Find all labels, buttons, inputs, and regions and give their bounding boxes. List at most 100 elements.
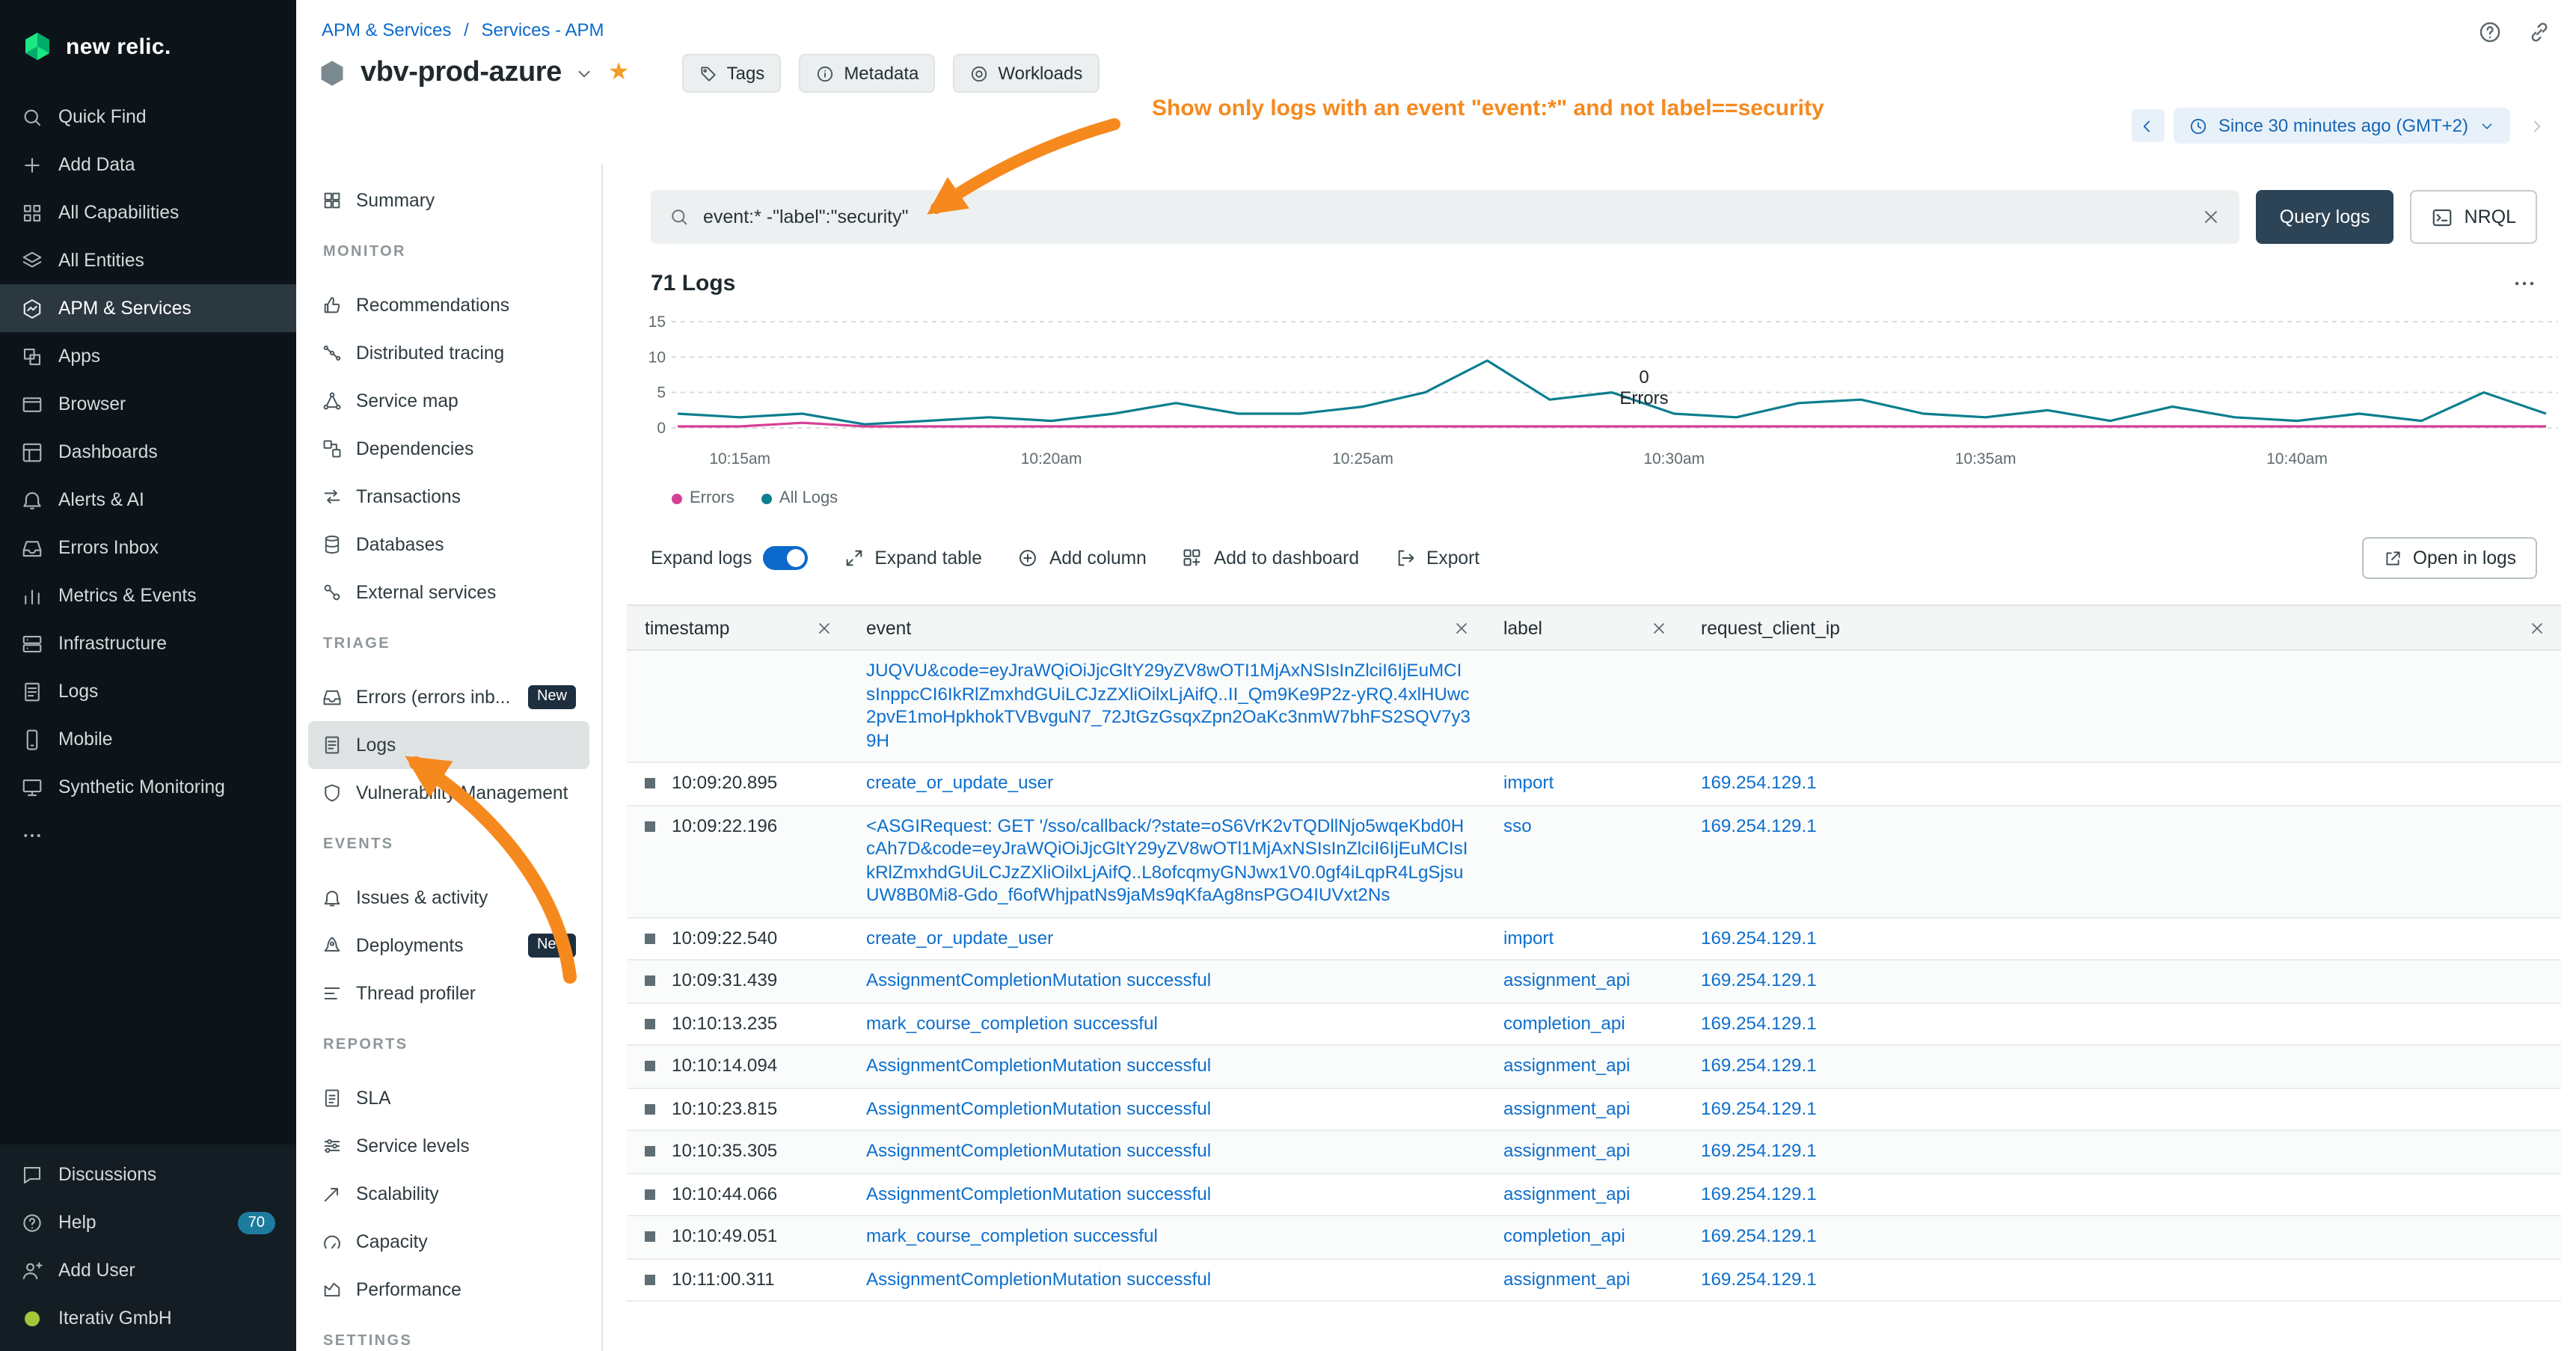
log-row[interactable]: 10:10:23.815AssignmentCompletionMutation… (627, 1088, 2561, 1131)
sidebar-item-help[interactable]: Help70 (0, 1198, 296, 1246)
add-column-button[interactable]: Add column (1018, 548, 1147, 569)
query-logs-button[interactable]: Query logs (2256, 190, 2394, 244)
log-row[interactable]: 10:10:49.051mark_course_completion succe… (627, 1216, 2561, 1259)
event-link[interactable]: AssignmentCompletionMutation successful (866, 1055, 1211, 1076)
time-forward-button[interactable] (2519, 109, 2552, 142)
sidebar-item-iterativ-gmbh[interactable]: Iterativ GmbH (0, 1294, 296, 1342)
event-link[interactable]: JUQVU&code=eyJraWQiOiJjcGltY29yZV8wOTI1M… (866, 660, 1471, 750)
open-in-logs-button[interactable]: Open in logs (2362, 537, 2537, 579)
row-expand-icon[interactable] (645, 1061, 655, 1071)
sidebar-item-add-data[interactable]: Add Data (0, 141, 296, 189)
row-expand-icon[interactable] (645, 975, 655, 986)
nrql-button[interactable]: NRQL (2411, 190, 2537, 244)
label-link[interactable]: import (1503, 927, 1554, 948)
sidebar-item-synthetic-monitoring[interactable]: Synthetic Monitoring (0, 763, 296, 811)
log-row[interactable]: 10:10:14.094AssignmentCompletionMutation… (627, 1046, 2561, 1088)
subnav-item-scalability[interactable]: Scalability (308, 1170, 589, 1218)
sidebar-item-browser[interactable]: Browser (0, 380, 296, 428)
subnav-item-databases[interactable]: Databases (308, 521, 589, 569)
row-expand-icon[interactable] (645, 1146, 655, 1157)
row-expand-icon[interactable] (645, 1274, 655, 1284)
row-expand-icon[interactable] (645, 1189, 655, 1199)
chip-metadata[interactable]: Metadata (799, 54, 935, 93)
remove-column-timestamp-icon[interactable] (815, 619, 833, 637)
label-link[interactable]: import (1503, 772, 1554, 793)
subnav-item-transactions[interactable]: Transactions (308, 473, 589, 521)
label-link[interactable]: assignment_api (1503, 1140, 1630, 1161)
subnav-item-service-levels[interactable]: Service levels (308, 1122, 589, 1170)
row-expand-icon[interactable] (645, 933, 655, 943)
label-link[interactable]: sso (1503, 815, 1532, 836)
log-row[interactable]: 10:10:13.235mark_course_completion succe… (627, 1003, 2561, 1046)
event-link[interactable]: AssignmentCompletionMutation successful (866, 1268, 1211, 1289)
ip-link[interactable]: 169.254.129.1 (1701, 1055, 1817, 1076)
new-relic-logo[interactable]: new relic. (0, 0, 296, 69)
subnav-item-logs[interactable]: Logs (308, 721, 589, 769)
ip-link[interactable]: 169.254.129.1 (1701, 927, 1817, 948)
subnav-item-external-services[interactable]: External services (308, 569, 589, 616)
log-row[interactable]: 10:10:35.305AssignmentCompletionMutation… (627, 1131, 2561, 1174)
sidebar-item-all-capabilities[interactable]: All Capabilities (0, 189, 296, 236)
sidebar-item-apm-services[interactable]: APM & Services (0, 284, 296, 332)
log-row[interactable]: JUQVU&code=eyJraWQiOiJjcGltY29yZV8wOTI1M… (627, 651, 2561, 763)
subnav-item-deployments[interactable]: DeploymentsNew (308, 922, 589, 969)
label-link[interactable]: assignment_api (1503, 1268, 1630, 1289)
event-link[interactable]: AssignmentCompletionMutation successful (866, 1140, 1211, 1161)
subnav-item-distributed-tracing[interactable]: Distributed tracing (308, 329, 589, 377)
row-expand-icon[interactable] (645, 778, 655, 788)
log-row[interactable]: 10:09:20.895create_or_update_userimport1… (627, 763, 2561, 806)
remove-column-request-client-ip-icon[interactable] (2528, 619, 2546, 637)
row-expand-icon[interactable] (645, 1103, 655, 1114)
legend-errors[interactable]: Errors (672, 489, 735, 507)
event-link[interactable]: create_or_update_user (866, 772, 1053, 793)
favorite-star-icon[interactable]: ★ (608, 61, 630, 85)
sidebar-item-errors-inbox[interactable]: Errors Inbox (0, 524, 296, 572)
expand-logs-toggle[interactable]: Expand logs (651, 546, 807, 570)
remove-column-label-icon[interactable] (1650, 619, 1668, 637)
subnav-item-summary[interactable]: Summary (308, 177, 589, 224)
subnav-item-thread-profiler[interactable]: Thread profiler (308, 969, 589, 1017)
ip-link[interactable]: 169.254.129.1 (1701, 815, 1817, 836)
sidebar-item-infrastructure[interactable]: Infrastructure (0, 619, 296, 667)
event-link[interactable]: <ASGIRequest: GET '/sso/callback/?state=… (866, 815, 1468, 905)
chip-workloads[interactable]: Workloads (953, 54, 1099, 93)
row-expand-icon[interactable] (645, 1018, 655, 1029)
add-to-dashboard-button[interactable]: Add to dashboard (1183, 548, 1359, 569)
sidebar-item-logs[interactable]: Logs (0, 667, 296, 715)
event-link[interactable]: mark_course_completion successful (866, 1225, 1158, 1246)
ip-link[interactable]: 169.254.129.1 (1701, 1268, 1817, 1289)
label-link[interactable]: assignment_api (1503, 1097, 1630, 1118)
ip-link[interactable]: 169.254.129.1 (1701, 1183, 1817, 1204)
ip-link[interactable]: 169.254.129.1 (1701, 969, 1817, 990)
export-button[interactable]: Export (1395, 548, 1479, 569)
log-row[interactable]: 10:09:31.439AssignmentCompletionMutation… (627, 961, 2561, 1003)
event-link[interactable]: mark_course_completion successful (866, 1012, 1158, 1033)
sidebar-item-dashboards[interactable]: Dashboards (0, 428, 296, 476)
event-link[interactable]: AssignmentCompletionMutation successful (866, 1183, 1211, 1204)
ip-link[interactable]: 169.254.129.1 (1701, 772, 1817, 793)
ip-link[interactable]: 169.254.129.1 (1701, 1097, 1817, 1118)
subnav-item-issues-activity[interactable]: Issues & activity (308, 874, 589, 922)
sidebar-item-discussions[interactable]: Discussions (0, 1151, 296, 1198)
legend-all-logs[interactable]: All Logs (761, 489, 838, 507)
ip-link[interactable]: 169.254.129.1 (1701, 1225, 1817, 1246)
sidebar-item-all-entities[interactable]: All Entities (0, 236, 296, 284)
sidebar-item-alerts-ai[interactable]: Alerts & AI (0, 476, 296, 524)
remove-column-event-icon[interactable] (1453, 619, 1471, 637)
ip-link[interactable]: 169.254.129.1 (1701, 1140, 1817, 1161)
log-row[interactable]: 10:10:44.066AssignmentCompletionMutation… (627, 1174, 2561, 1216)
sidebar-item-mobile[interactable]: Mobile (0, 715, 296, 763)
log-row[interactable]: 10:11:00.311AssignmentCompletionMutation… (627, 1259, 2561, 1302)
event-link[interactable]: AssignmentCompletionMutation successful (866, 1097, 1211, 1118)
search-clear-icon[interactable] (2201, 206, 2221, 227)
subnav-item-sla[interactable]: SLA (308, 1074, 589, 1122)
event-link[interactable]: AssignmentCompletionMutation successful (866, 969, 1211, 990)
help-circle-icon[interactable] (2477, 19, 2503, 45)
entity-caret-down-icon[interactable] (575, 64, 595, 83)
subnav-item-vulnerability-management[interactable]: Vulnerability Management (308, 769, 589, 817)
time-back-button[interactable] (2132, 109, 2165, 142)
sidebar-item-metrics-events[interactable]: Metrics & Events (0, 572, 296, 619)
sidebar-item-add-user[interactable]: Add User (0, 1246, 296, 1294)
ip-link[interactable]: 169.254.129.1 (1701, 1012, 1817, 1033)
sidebar-item-more[interactable] (0, 811, 296, 859)
